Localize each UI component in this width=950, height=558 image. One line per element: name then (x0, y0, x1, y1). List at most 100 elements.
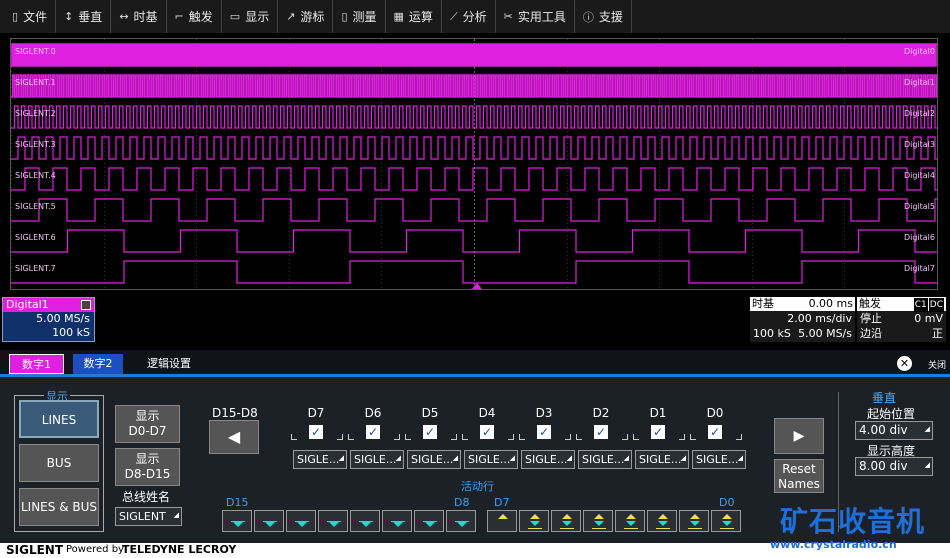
bracket-right (565, 434, 571, 440)
menu-measure[interactable]: ▯ 测量 (333, 0, 386, 33)
active-row-cell[interactable] (446, 510, 476, 532)
digital1-info-box[interactable]: Digital1 5.00 MS/s 100 kS (2, 297, 95, 342)
active-row-cell[interactable] (487, 510, 517, 532)
bit-name-field[interactable]: SIGLE... ◢ (692, 450, 746, 469)
bracket-right (337, 434, 343, 440)
digital1-points: 100 kS (52, 326, 90, 339)
bracket-left (690, 434, 696, 440)
bit-checkbox[interactable]: ✓ (594, 425, 608, 439)
menu-label: 时基 (133, 10, 158, 24)
active-row-cell[interactable] (519, 510, 549, 532)
active-row-cell[interactable] (254, 510, 284, 532)
reset-line2: Names (778, 477, 820, 491)
start-pos-field[interactable]: 4.00 div ◢ (855, 421, 933, 440)
display-icon: ▭ (229, 10, 241, 23)
menu-label: 触发 (188, 10, 213, 24)
bit-name-field[interactable]: SIGLE... ◢ (350, 450, 404, 469)
bit-checkbox[interactable]: ✓ (366, 425, 380, 439)
channel-label-right: Digital4 (903, 171, 935, 180)
trigger-coupling: DC (928, 298, 944, 312)
active-row-cell[interactable] (551, 510, 581, 532)
bit-name-value: SIGLE... (525, 453, 568, 466)
measure-icon: ▯ (341, 10, 348, 23)
next-page-button[interactable]: ▶ (774, 418, 824, 454)
bit-name-value: SIGLE... (411, 453, 454, 466)
menu-label: 支援 (598, 10, 623, 24)
active-row-cell[interactable] (583, 510, 613, 532)
menu-tools[interactable]: ✂ 实用工具 (496, 0, 575, 33)
bit-checkbox[interactable]: ✓ (423, 425, 437, 439)
active-row-cell[interactable] (679, 510, 709, 532)
menu-label: 测量 (352, 10, 377, 24)
menu-label: 显示 (245, 10, 270, 24)
bit-name-field[interactable]: SIGLE... ◢ (464, 450, 518, 469)
active-row-cell[interactable] (382, 510, 412, 532)
menu-label: 实用工具 (517, 10, 566, 24)
trigger-mode: 停止 (860, 312, 882, 325)
digital1-title: Digital1 (6, 298, 49, 311)
tab-digital1[interactable]: 数字1 (9, 354, 64, 374)
trigger-box[interactable]: 触发 C1 DC 停止 0 mV 边沿 正 (857, 297, 946, 342)
menu-support[interactable]: ⓘ 支援 (575, 0, 632, 33)
left-arrow-icon: ◀ (227, 427, 241, 446)
digital1-rate: 5.00 MS/s (36, 312, 90, 325)
menu-display[interactable]: ▭ 显示 (222, 0, 279, 33)
menu-cursor[interactable]: ↗ 游标 (278, 0, 334, 33)
dropdown-arrow-icon: ◢ (680, 454, 686, 462)
menu-file[interactable]: ▯ 文件 (4, 0, 57, 33)
bit-checkbox[interactable]: ✓ (651, 425, 665, 439)
bracket-left (291, 434, 297, 440)
bit-checkbox[interactable]: ✓ (708, 425, 722, 439)
bit-checkbox[interactable]: ✓ (537, 425, 551, 439)
prev-page-button[interactable]: ◀ (209, 420, 259, 454)
bracket-left (633, 434, 639, 440)
menu-math[interactable]: ▦ 运算 (386, 0, 442, 33)
bit-name-field[interactable]: SIGLE... ◢ (578, 450, 632, 469)
show-d0-d7-button[interactable]: 显示 D0-D7 (115, 405, 180, 443)
bit-checkbox[interactable]: ✓ (480, 425, 494, 439)
close-icon[interactable]: ✕ (897, 356, 912, 371)
watermark: 矿石收音机 (780, 505, 926, 538)
height-field[interactable]: 8.00 div ◢ (855, 457, 933, 476)
math-icon: ▦ (393, 10, 404, 23)
bracket-left (348, 434, 354, 440)
bit-name-field[interactable]: SIGLE... ◢ (293, 450, 347, 469)
active-row-cell[interactable] (615, 510, 645, 532)
active-row-cell[interactable] (286, 510, 316, 532)
close-label[interactable]: 关闭 (928, 358, 946, 371)
menu-analyze[interactable]: ⟋ 分析 (442, 0, 496, 33)
dropdown-arrow-icon: ◢ (338, 454, 344, 462)
lines-bus-button[interactable]: LINES & BUS (19, 488, 99, 526)
bit-checkbox[interactable]: ✓ (309, 425, 323, 439)
bus-button[interactable]: BUS (19, 444, 99, 482)
menu-trigger[interactable]: ⌐ 触发 (167, 0, 222, 33)
timebase-offset: 0.00 ms (808, 297, 853, 310)
active-row-cell[interactable] (350, 510, 380, 532)
active-row-cell[interactable] (647, 510, 677, 532)
menu-vertical[interactable]: ↕ 垂直 (56, 0, 112, 33)
timebase-box[interactable]: 时基 0.00 ms 2.00 ms/div 100 kS 5.00 MS/s (750, 297, 855, 342)
lines-button[interactable]: LINES (19, 400, 99, 438)
bracket-left (576, 434, 582, 440)
active-row-cell[interactable] (222, 510, 252, 532)
bit-name-field[interactable]: SIGLE... ◢ (407, 450, 461, 469)
channel-label: SIGLENT.1 (15, 78, 56, 87)
channel-label: SIGLENT.2 (15, 109, 56, 118)
active-row-cell[interactable] (414, 510, 444, 532)
bus-name-label: 总线姓名 (122, 490, 171, 504)
active-row-cell[interactable] (711, 510, 741, 532)
dropdown-arrow-icon: ◢ (395, 454, 401, 462)
bit-name-field[interactable]: SIGLE... ◢ (635, 450, 689, 469)
bit-label: D5 (421, 406, 439, 420)
tab-digital2[interactable]: 数字2 (73, 354, 123, 374)
bit-name-field[interactable]: SIGLE... ◢ (521, 450, 575, 469)
show-d8-d15-button[interactable]: 显示 D8-D15 (115, 448, 180, 486)
tab-logic-settings[interactable]: 逻辑设置 (138, 354, 200, 374)
dropdown-arrow-icon: ◢ (924, 461, 930, 469)
menu-label: 运算 (408, 10, 433, 24)
menu-timebase[interactable]: ↔ 时基 (111, 0, 167, 33)
bracket-right (451, 434, 457, 440)
reset-names-button[interactable]: Reset Names (774, 459, 824, 493)
bus-name-field[interactable]: SIGLENT ◢ (115, 507, 182, 526)
active-row-cell[interactable] (318, 510, 348, 532)
